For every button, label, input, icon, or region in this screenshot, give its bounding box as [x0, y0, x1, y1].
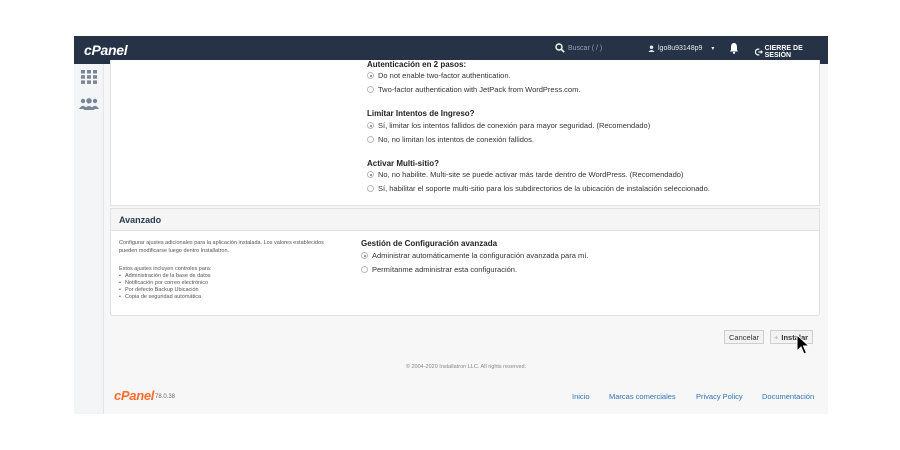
plus-icon: +	[774, 332, 779, 342]
radio-button[interactable]	[361, 266, 368, 273]
sidebar	[74, 64, 104, 414]
two-factor-option-disable[interactable]: Do not enable two-factor authentication.	[367, 71, 511, 80]
two-factor-option-jetpack[interactable]: Two-factor authentication with JetPack f…	[367, 85, 580, 94]
limit-login-option-no[interactable]: No, no limitan los intentos de conexión …	[367, 135, 534, 144]
bell-icon[interactable]	[729, 42, 739, 54]
advanced-config-option-auto[interactable]: Administrar automáticamente la configura…	[361, 251, 588, 260]
footer-link-inicio[interactable]: Inicio	[572, 392, 590, 401]
settings-card: Autenticación en 2 pasos: Do not enable …	[110, 60, 820, 206]
option-label: Do not enable two-factor authentication.	[378, 71, 511, 80]
advanced-includes-list: Administración de la base de datos Notif…	[119, 273, 211, 301]
list-item: Por defecto Backup Ubicación	[119, 287, 211, 294]
list-item: Administración de la base de datos	[119, 273, 211, 280]
radio-button[interactable]	[367, 86, 374, 93]
main-content: Autenticación en 2 pasos: Do not enable …	[104, 60, 828, 414]
advanced-config-title: Gestión de Configuración avanzada	[361, 239, 498, 248]
radio-button-selected[interactable]	[367, 122, 374, 129]
footer-cpanel-logo: cPanel	[114, 388, 155, 403]
option-label: Administrar automáticamente la configura…	[372, 251, 589, 260]
cancel-button[interactable]: Cancelar	[724, 330, 765, 344]
advanced-card: Avanzado Configurar ajustes adicionales …	[110, 208, 820, 316]
users-icon[interactable]	[79, 98, 99, 110]
option-label: Permítanme administrar esta configuració…	[372, 265, 518, 274]
advanced-config-option-manual[interactable]: Permítanme administrar esta configuració…	[361, 265, 517, 274]
advanced-description: Configurar ajustes adicionales para la a…	[119, 240, 324, 254]
multisite-option-yes[interactable]: Sí, habilitar el soporte multi-sitio par…	[367, 184, 710, 193]
username-label: lgo8u93148p9	[658, 45, 703, 52]
copyright-text: © 2004-2020 Installatron LLC. All rights…	[405, 364, 527, 370]
multisite-title: Activar Multi-sitio?	[367, 159, 440, 168]
option-label: Sí, habilitar el soporte multi-sitio par…	[378, 184, 710, 193]
mouse-cursor-icon	[796, 334, 811, 355]
limit-login-title: Limitar Intentos de Ingreso?	[367, 109, 475, 118]
user-icon	[648, 45, 655, 52]
two-factor-title: Autenticación en 2 pasos:	[367, 60, 467, 69]
radio-button[interactable]	[367, 136, 374, 143]
grid-icon[interactable]	[81, 70, 97, 84]
logout-icon	[755, 48, 763, 56]
advanced-header: Avanzado	[111, 209, 819, 231]
cpanel-logo[interactable]: cPanel	[84, 42, 128, 58]
radio-button-selected[interactable]	[367, 72, 374, 79]
advanced-includes-intro: Estos ajustes incluyen controles para:	[119, 266, 212, 272]
list-item: Notificación por correo electrónico	[119, 280, 211, 287]
logout-button[interactable]: CIERRE DE SESIÓN	[755, 45, 828, 59]
search-icon[interactable]	[555, 43, 565, 53]
radio-button-selected[interactable]	[361, 252, 368, 259]
multisite-option-no[interactable]: No, no habilite. Multi-site se puede act…	[367, 170, 683, 179]
chevron-down-icon: ▾	[711, 46, 715, 52]
browser-viewport: cPanel Buscar ( / ) lgo8u93148p9 ▾ CIERR…	[74, 36, 828, 414]
logout-label: CIERRE DE SESIÓN	[764, 45, 803, 59]
footer-link-trademarks[interactable]: Marcas comerciales	[609, 392, 676, 401]
search-input[interactable]: Buscar ( / )	[568, 45, 638, 57]
option-label: No, no habilite. Multi-site se puede act…	[378, 170, 684, 179]
option-label: Two-factor authentication with JetPack f…	[378, 85, 581, 94]
option-label: Sí, limitar los intentos fallidos de con…	[378, 121, 651, 130]
advanced-title: Avanzado	[119, 215, 162, 225]
limit-login-option-yes[interactable]: Sí, limitar los intentos fallidos de con…	[367, 121, 650, 130]
radio-button-selected[interactable]	[367, 171, 374, 178]
list-item: Copia de seguridad automática	[119, 294, 211, 301]
option-label: No, no limitan los intentos de conexión …	[378, 135, 534, 144]
footer-link-privacy[interactable]: Privacy Policy	[696, 392, 743, 401]
user-menu[interactable]: lgo8u93148p9 ▾	[648, 45, 714, 52]
radio-button[interactable]	[367, 185, 374, 192]
version-label: 78.0.38	[155, 394, 176, 400]
footer-link-documentation[interactable]: Documentación	[762, 392, 814, 401]
